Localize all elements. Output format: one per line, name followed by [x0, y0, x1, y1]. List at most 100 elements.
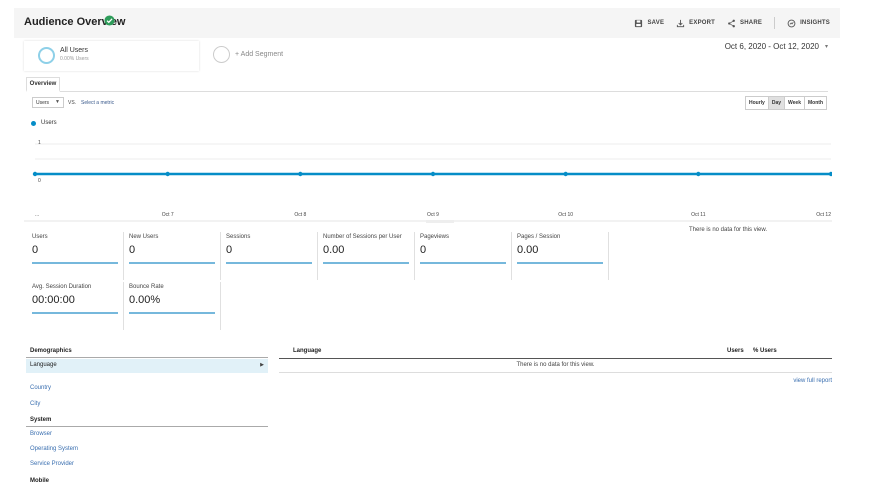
- metric-label: Number of Sessions per User: [323, 234, 402, 240]
- add-segment-label: + Add Segment: [235, 51, 284, 58]
- granularity-day-button[interactable]: Day: [767, 96, 786, 110]
- metric-avg-session-duration[interactable]: Avg. Session Duration 00:00:00: [28, 282, 124, 330]
- dimension-heading-system: System: [30, 417, 52, 423]
- metric-label: New Users: [129, 234, 159, 240]
- table-bottom-rule: [279, 372, 832, 373]
- metric-value: 0: [32, 244, 39, 256]
- users-line-chart: 1 0... Oct 7 Oct 8 Oct 9 Oct 10 Oct 11 Oct 12: [24, 140, 832, 223]
- x-tick-label: Oct 10: [558, 212, 573, 218]
- share-label: SHARE: [740, 20, 763, 26]
- chevron-down-icon: ▾: [824, 44, 828, 50]
- actions-divider: [774, 17, 776, 29]
- metric-value: 0: [226, 244, 233, 256]
- x-tick-label: Oct 12: [816, 212, 831, 218]
- x-tick-label: Oct 7: [162, 212, 174, 218]
- report-sheet: Audience Overview SAVE EXPORT SHARE INSI…: [14, 8, 840, 484]
- dimension-divider: [26, 357, 268, 358]
- dimension-heading-demographics: Demographics: [30, 348, 72, 354]
- dimension-item-country[interactable]: Country: [30, 385, 51, 391]
- metric-sessions[interactable]: Sessions 0: [222, 232, 318, 280]
- dimension-item-language[interactable]: Language ▶: [26, 359, 268, 373]
- segment-name: All Users: [60, 47, 89, 54]
- metric-value: 0.00%: [129, 294, 161, 306]
- dimension-item-city[interactable]: City: [30, 401, 40, 407]
- data-point: [430, 171, 436, 177]
- export-label: EXPORT: [689, 20, 716, 26]
- insights-icon: [787, 19, 796, 27]
- metric-label: Bounce Rate: [129, 284, 164, 290]
- metric-sparkline: [32, 262, 118, 264]
- metric-dropdown-value: Users: [36, 99, 50, 106]
- dimension-item-browser[interactable]: Browser: [30, 431, 52, 437]
- add-segment-ring-icon: [213, 46, 230, 63]
- metric-sparkline: [226, 262, 312, 264]
- segment-ring-icon: [38, 47, 55, 64]
- granularity-month-button[interactable]: Month: [804, 96, 827, 110]
- dimension-item-label: Language: [30, 362, 57, 368]
- metric-sparkline: [129, 262, 215, 264]
- x-tick-label: Oct 9: [427, 212, 439, 218]
- metric-sparkline: [129, 312, 215, 314]
- metric-pageviews[interactable]: Pageviews 0: [416, 232, 512, 280]
- chart-resize-handle: [426, 220, 454, 223]
- tab-divider: [26, 91, 828, 92]
- data-point: [165, 171, 170, 177]
- share-button[interactable]: SHARE: [727, 19, 762, 28]
- metric-value: 0.00: [517, 244, 539, 256]
- export-button[interactable]: EXPORT: [676, 19, 715, 28]
- export-icon: [677, 19, 685, 27]
- data-point: [828, 171, 832, 177]
- column-header-users[interactable]: Users: [727, 348, 744, 354]
- vs-label: VS.: [68, 100, 77, 106]
- metric-label: Users: [32, 234, 48, 240]
- tab-overview[interactable]: Overview: [26, 77, 60, 92]
- metric-sparkline: [32, 312, 118, 314]
- table-no-data-message: There is no data for this view.: [516, 362, 595, 368]
- chevron-right-icon: ▶: [260, 362, 264, 368]
- metric-new-users[interactable]: New Users 0: [125, 232, 221, 280]
- metric-label: Sessions: [226, 234, 251, 240]
- metric-dropdown[interactable]: Users ▼: [32, 97, 64, 108]
- save-button[interactable]: SAVE: [634, 19, 664, 28]
- data-point: [563, 171, 568, 177]
- metric-label: Pages / Session: [517, 234, 561, 240]
- metric-label: Pageviews: [420, 234, 450, 240]
- granularity-hourly-button[interactable]: Hourly: [744, 96, 769, 110]
- insights-button[interactable]: INSIGHTS: [787, 19, 830, 28]
- view-full-report-link[interactable]: view full report: [793, 378, 832, 384]
- metric-value: 0: [129, 244, 136, 256]
- metric-bounce-rate[interactable]: Bounce Rate 0.00%: [125, 282, 221, 330]
- dimension-item-service-provider[interactable]: Service Provider: [30, 461, 74, 467]
- metric-pages-per-session[interactable]: Pages / Session 0.00: [513, 232, 609, 280]
- metric-users[interactable]: Users 0: [28, 232, 124, 280]
- metric-sparkline: [420, 262, 506, 264]
- x-tick-label: Oct 11: [691, 212, 706, 218]
- data-point: [298, 171, 303, 177]
- metric-value: 00:00:00: [32, 294, 75, 306]
- granularity-toggle: Hourly Day Week Month: [744, 96, 827, 110]
- x-tick-label: ...: [35, 212, 39, 218]
- insights-label: INSIGHTS: [800, 20, 830, 26]
- share-icon: [728, 19, 735, 27]
- select-metric-link[interactable]: Select a metric: [81, 100, 114, 106]
- granularity-week-button[interactable]: Week: [784, 96, 805, 110]
- save-label: SAVE: [647, 20, 665, 26]
- y-tick-label: 0: [38, 178, 41, 184]
- column-header-percent-users[interactable]: % Users: [753, 348, 777, 354]
- metric-label: Avg. Session Duration: [32, 284, 92, 290]
- data-point: [32, 171, 38, 177]
- add-segment-button[interactable]: + Add Segment: [213, 46, 283, 63]
- dimension-item-operating-system[interactable]: Operating System: [30, 446, 78, 452]
- report-header: Audience Overview SAVE EXPORT SHARE INSI…: [14, 8, 840, 38]
- caret-down-icon: ▼: [55, 99, 60, 105]
- date-range-picker[interactable]: Oct 6, 2020 - Oct 12, 2020 ▾: [725, 42, 828, 51]
- x-tick-label: Oct 8: [294, 212, 306, 218]
- segment-percentage: 0.00% Users: [60, 56, 89, 62]
- column-header-language: Language: [293, 348, 322, 354]
- metric-sessions-per-user[interactable]: Number of Sessions per User 0.00: [319, 232, 415, 280]
- date-range-label: Oct 6, 2020 - Oct 12, 2020: [724, 42, 819, 51]
- metric-value: 0.00: [323, 244, 345, 256]
- legend-swatch: [31, 120, 36, 126]
- segment-card-all-users[interactable]: All Users 0.00% Users: [24, 41, 199, 71]
- data-point: [696, 171, 701, 177]
